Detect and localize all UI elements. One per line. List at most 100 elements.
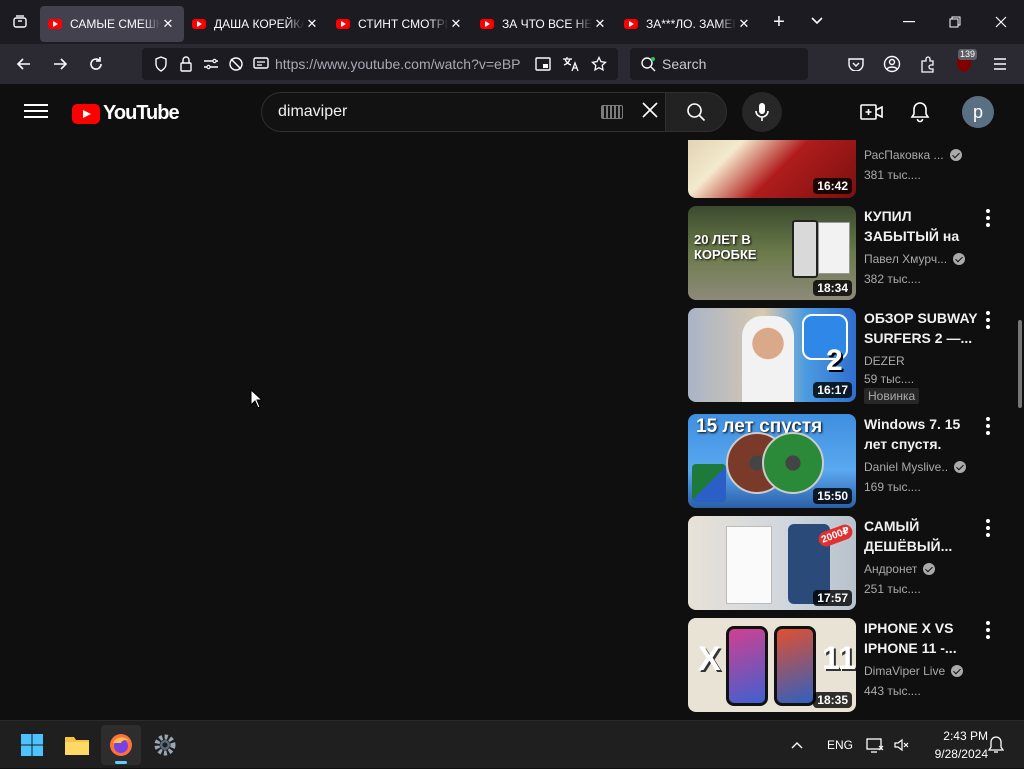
- channel-name: Daniel Myslive...: [864, 460, 948, 474]
- video-thumbnail[interactable]: 20 ЛЕТ В КОРОБКЕ 18:34: [688, 206, 856, 300]
- browser-tab[interactable]: САМЫЕ СМЕШНЫЕ ✕: [40, 6, 184, 42]
- back-icon[interactable]: [6, 48, 42, 80]
- firefox-icon[interactable]: [101, 725, 141, 765]
- related-video[interactable]: 2 16:17 ОБЗОР SUBWAY SURFERS 2 —... DEZE…: [688, 308, 1018, 405]
- tab-list-icon[interactable]: [0, 0, 40, 44]
- person-illustration: [742, 316, 794, 402]
- video-title[interactable]: ОБЗОР SUBWAY SURFERS 2 —...: [864, 308, 982, 348]
- notification-center-icon[interactable]: [988, 721, 1004, 769]
- mouse-cursor-icon: [250, 388, 264, 414]
- tab-title: ЗА ЧТО ВСЕ НЕНАВИДЯТ: [502, 17, 592, 31]
- translate-icon[interactable]: [560, 56, 582, 72]
- ublock-icon[interactable]: 139: [946, 48, 982, 80]
- tab-close-icon[interactable]: ✕: [448, 16, 464, 32]
- video-views: 169 тыс....: [864, 480, 921, 494]
- youtube-search-button[interactable]: [665, 92, 727, 132]
- shield-icon[interactable]: [150, 56, 172, 72]
- video-views: 59 тыс....: [864, 372, 915, 386]
- browser-search-field[interactable]: Search: [630, 48, 808, 80]
- forward-icon[interactable]: [42, 48, 78, 80]
- browser-tab[interactable]: ЗА ЧТО ВСЕ НЕНАВИДЯТ ✕: [472, 6, 616, 42]
- minimize-icon[interactable]: [886, 0, 932, 44]
- tab-title: ДАША КОРЕЙКА: [214, 17, 304, 31]
- restore-icon[interactable]: [932, 0, 978, 44]
- windows-start-icon[interactable]: [12, 725, 52, 765]
- lock-icon[interactable]: [175, 56, 197, 72]
- autoplay-blocked-icon[interactable]: [225, 56, 247, 72]
- voice-search-button[interactable]: [742, 92, 782, 132]
- avatar[interactable]: p: [962, 96, 994, 128]
- keyboard-icon[interactable]: [601, 105, 623, 119]
- url-text: https://www.youtube.com/watch?v=eBP: [275, 56, 521, 72]
- file-explorer-icon[interactable]: [57, 725, 97, 765]
- hamburger-menu-icon[interactable]: [24, 100, 48, 124]
- youtube-wordmark: YouTube: [103, 102, 180, 124]
- video-thumbnail[interactable]: 2 16:17: [688, 308, 856, 402]
- youtube-logo[interactable]: YouTube: [72, 102, 180, 125]
- active-app-indicator: [115, 761, 127, 764]
- reader-view-icon[interactable]: [250, 57, 272, 71]
- office-icons-illustration: [692, 464, 726, 502]
- account-icon[interactable]: [874, 48, 910, 80]
- volume-muted-icon[interactable]: [894, 721, 910, 769]
- browser-tab[interactable]: СТИНТ СМОТРИТ ✕: [328, 6, 472, 42]
- scrollbar-thumb[interactable]: [1018, 320, 1022, 408]
- menu-icon[interactable]: [982, 48, 1018, 80]
- chevron-down-icon[interactable]: [798, 13, 836, 31]
- tab-close-icon[interactable]: ✕: [592, 16, 608, 32]
- extensions-icon[interactable]: [910, 48, 946, 80]
- more-actions-icon[interactable]: [984, 416, 992, 436]
- picture-in-picture-icon[interactable]: [532, 57, 554, 71]
- new-tab-icon[interactable]: +: [760, 11, 798, 34]
- video-channel[interactable]: Павел Хмурч...: [864, 252, 982, 266]
- video-title[interactable]: IPHONE X VS IPHONE 11 -...: [864, 618, 982, 658]
- related-video[interactable]: 16:42 РасПаковка ... 381 тыс....: [688, 140, 1018, 198]
- video-channel[interactable]: DimaViper Live: [864, 664, 982, 678]
- system-clock[interactable]: 2:43 PM 9/28/2024: [916, 727, 988, 763]
- notifications-bell-icon[interactable]: [908, 100, 932, 124]
- language-indicator[interactable]: ENG: [827, 721, 853, 769]
- settings-gear-icon[interactable]: [145, 725, 185, 765]
- related-video[interactable]: 20 ЛЕТ В КОРОБКЕ 18:34 КУПИЛ ЗАБЫТЫЙ на …: [688, 206, 1018, 300]
- thumbnail-caption-left: X: [698, 640, 721, 678]
- video-channel[interactable]: Андронет: [864, 562, 982, 576]
- tab-close-icon[interactable]: ✕: [160, 16, 176, 32]
- youtube-search-input[interactable]: dimaviper: [261, 92, 666, 132]
- create-video-icon[interactable]: [860, 100, 884, 124]
- permissions-icon[interactable]: [200, 57, 222, 71]
- reload-icon[interactable]: [78, 48, 114, 80]
- video-title[interactable]: САМЫЙ ДЕШЁВЫЙ...: [864, 516, 982, 556]
- tray-overflow-icon[interactable]: [790, 721, 804, 769]
- video-thumbnail[interactable]: 16:42: [688, 140, 856, 198]
- video-channel[interactable]: Daniel Myslive...: [864, 460, 982, 474]
- related-video[interactable]: X 11 18:35 IPHONE X VS IPHONE 11 -... Di…: [688, 618, 1018, 712]
- page-scrollbar[interactable]: [1016, 140, 1024, 720]
- more-actions-icon[interactable]: [984, 208, 992, 228]
- video-title[interactable]: КУПИЛ ЗАБЫТЫЙ на 2...: [864, 206, 982, 246]
- network-icon[interactable]: [866, 721, 884, 769]
- clock-time: 2:43 PM: [943, 729, 988, 743]
- clear-search-icon[interactable]: [635, 99, 665, 125]
- video-thumbnail[interactable]: 2000₽ 17:57: [688, 516, 856, 610]
- pocket-icon[interactable]: [838, 48, 874, 80]
- video-info: ОБЗОР SUBWAY SURFERS 2 —... DEZER 59 тыс…: [864, 308, 982, 405]
- video-thumbnail[interactable]: 15 лет спустя 15:50: [688, 414, 856, 508]
- video-thumbnail[interactable]: X 11 18:35: [688, 618, 856, 712]
- browser-tab[interactable]: ДАША КОРЕЙКА ✕: [184, 6, 328, 42]
- video-title[interactable]: Windows 7. 15 лет спустя. Что...: [864, 414, 982, 454]
- more-actions-icon[interactable]: [984, 310, 992, 330]
- tab-close-icon[interactable]: ✕: [736, 16, 752, 32]
- related-video[interactable]: 2000₽ 17:57 САМЫЙ ДЕШЁВЫЙ... Андронет 25…: [688, 516, 1018, 610]
- search-icon: [687, 103, 706, 122]
- star-icon[interactable]: [588, 56, 610, 72]
- tab-close-icon[interactable]: ✕: [304, 16, 320, 32]
- related-video[interactable]: 15 лет спустя 15:50 Windows 7. 15 лет сп…: [688, 414, 1018, 508]
- video-channel[interactable]: РасПаковка ...: [864, 148, 982, 162]
- video-channel[interactable]: DEZER: [864, 354, 982, 368]
- more-actions-icon[interactable]: [984, 620, 992, 640]
- browser-tab[interactable]: ЗА***ЛО. ЗАМЕНА ✕: [616, 6, 760, 42]
- verified-icon: [923, 563, 936, 575]
- window-close-icon[interactable]: [978, 0, 1024, 44]
- more-actions-icon[interactable]: [984, 518, 992, 538]
- url-bar[interactable]: https://www.youtube.com/watch?v=eBP: [142, 48, 618, 80]
